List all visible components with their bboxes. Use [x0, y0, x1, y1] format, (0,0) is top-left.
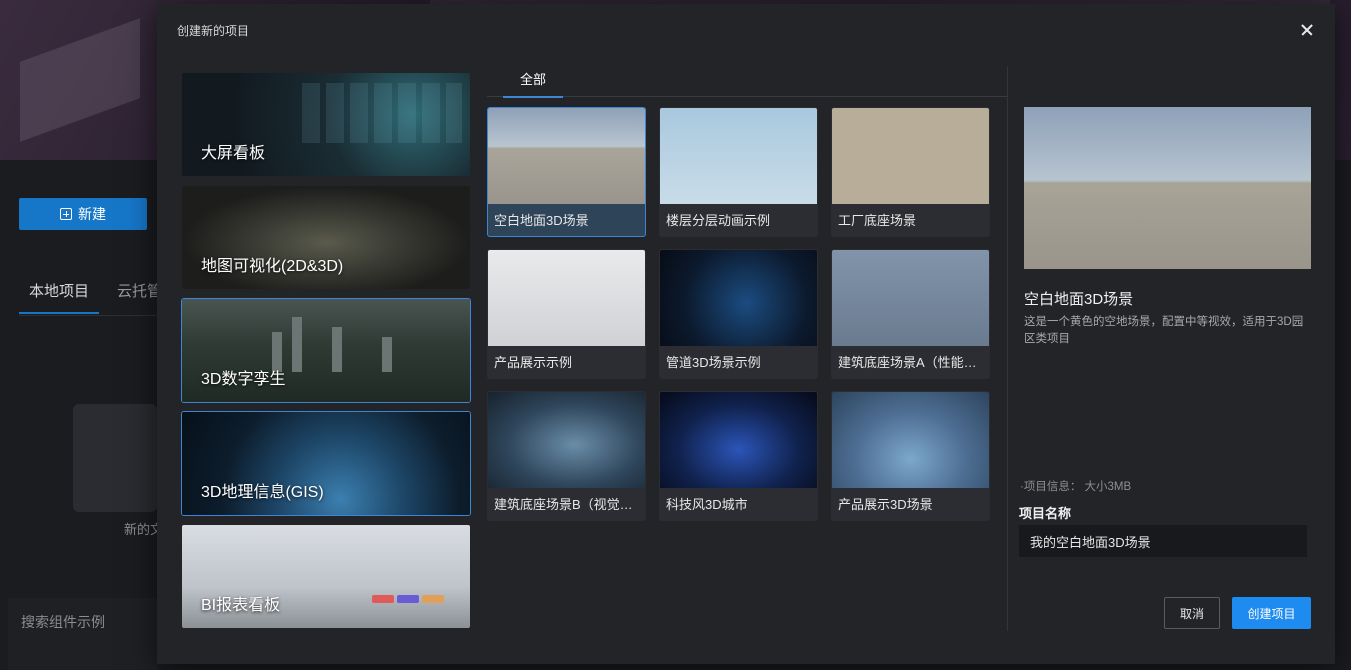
modal-header: 创建新的项目: [157, 4, 1335, 56]
category-list: 大屏看板 地图可视化(2D&3D) 3D数字孪生 3D地理信息(GIS) BI报…: [181, 72, 471, 637]
new-project-label: 新建: [78, 206, 106, 222]
search-label: 搜索组件示例: [21, 614, 105, 630]
template-label: 空白地面3D场景: [494, 213, 589, 228]
template-card[interactable]: 科技风3D城市: [659, 391, 818, 521]
template-card[interactable]: 楼层分层动画示例: [659, 107, 818, 237]
create-project-modal: 创建新的项目 大屏看板 地图可视化(2D&3D) 3D数字孪生 3D地理信息(G…: [157, 4, 1335, 664]
template-label: 产品展示3D场景: [838, 497, 933, 512]
cancel-button[interactable]: 取消: [1164, 597, 1220, 629]
template-thumbnail: [832, 250, 989, 346]
template-card[interactable]: 管道3D场景示例: [659, 249, 818, 379]
template-thumbnail: [832, 108, 989, 204]
template-card[interactable]: 产品展示3D场景: [831, 391, 990, 521]
template-thumbnail: [488, 250, 645, 346]
project-name-input[interactable]: [1019, 525, 1307, 557]
project-info: ·项目信息： 大小3MB: [1020, 481, 1132, 493]
template-preview: [1024, 107, 1311, 269]
template-label: 建筑底座场景A（性能优...: [838, 355, 985, 370]
template-card[interactable]: 工厂底座场景: [831, 107, 990, 237]
detail-title: 空白地面3D场景: [1024, 291, 1134, 308]
category-label: BI报表看板: [201, 597, 281, 614]
plus-icon: [60, 208, 72, 220]
create-project-button[interactable]: 创建项目: [1232, 597, 1311, 629]
template-thumbnail: [488, 108, 645, 204]
template-thumbnail: [660, 108, 817, 204]
template-thumbnail: [660, 392, 817, 488]
tab-local-projects[interactable]: 本地项目: [18, 280, 100, 314]
template-label: 工厂底座场景: [838, 213, 917, 228]
template-label: 科技风3D城市: [666, 497, 748, 512]
template-label: 建筑底座场景B（视觉优...: [494, 497, 641, 512]
template-label: 管道3D场景示例: [666, 355, 761, 370]
category-label: 大屏看板: [201, 145, 266, 162]
detail-description: 这是一个黄色的空地场景，配置中等视效，适用于3D园区类项目: [1024, 316, 1304, 345]
template-label: 楼层分层动画示例: [666, 213, 771, 228]
category-3d-digital-twin[interactable]: 3D数字孪生: [181, 298, 471, 403]
close-icon[interactable]: [1297, 20, 1317, 40]
tab-all[interactable]: 全部: [503, 66, 563, 98]
folder-icon[interactable]: [73, 404, 157, 512]
project-tabs: 本地项目 云托管: [18, 270, 179, 316]
new-project-button[interactable]: 新建: [19, 198, 147, 230]
category-label: 3D数字孪生: [201, 371, 286, 388]
template-thumbnail: [488, 392, 645, 488]
category-label: 地图可视化(2D&3D): [201, 258, 344, 275]
category-3d-gis[interactable]: 3D地理信息(GIS): [181, 411, 471, 516]
category-label: 3D地理信息(GIS): [201, 484, 324, 501]
template-card[interactable]: 建筑底座场景B（视觉优...: [487, 391, 646, 521]
template-card[interactable]: 建筑底座场景A（性能优...: [831, 249, 990, 379]
template-card[interactable]: 空白地面3D场景: [487, 107, 646, 237]
template-thumbnail: [832, 392, 989, 488]
search-component-examples[interactable]: 搜索组件示例: [8, 598, 158, 670]
gallery-tabs: 全部: [487, 66, 1007, 98]
modal-title: 创建新的项目: [177, 24, 250, 38]
banner-graphic: [20, 18, 140, 142]
project-name-label: 项目名称: [1019, 506, 1072, 521]
template-thumbnail: [660, 250, 817, 346]
template-card[interactable]: 产品展示示例: [487, 249, 646, 379]
category-dashboard[interactable]: 大屏看板: [181, 72, 471, 177]
category-bi-report[interactable]: BI报表看板: [181, 524, 471, 629]
panel-divider: [1007, 66, 1008, 631]
category-map-visualization[interactable]: 地图可视化(2D&3D): [181, 185, 471, 290]
template-label: 产品展示示例: [494, 355, 573, 370]
tab-cloud-hosted[interactable]: 云托管: [117, 280, 162, 301]
